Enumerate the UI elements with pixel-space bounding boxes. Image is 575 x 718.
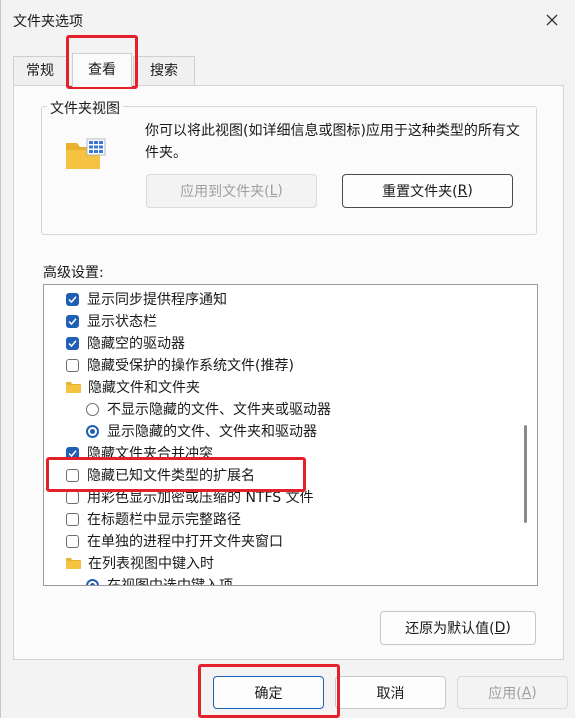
window-title: 文件夹选项 — [13, 14, 83, 30]
list-item-label: 在标题栏中显示完整路径 — [87, 512, 241, 528]
restore-defaults-button[interactable]: 还原为默认值(D) — [380, 611, 536, 645]
list-item-label: 隐藏受保护的操作系统文件(推荐) — [87, 358, 294, 374]
check-icon — [68, 317, 77, 325]
check-icon — [68, 339, 77, 347]
list-item[interactable]: 用彩色显示加密或压缩的 NTFS 文件 — [44, 486, 536, 508]
radio-unselected[interactable] — [86, 402, 99, 416]
list-item-label: 显示同步提供程序通知 — [87, 292, 227, 308]
tab-view[interactable]: 查看 — [72, 53, 132, 87]
check-icon — [68, 449, 77, 457]
list-item[interactable]: 隐藏文件夹合并冲突 — [44, 442, 536, 464]
list-item[interactable]: 显示隐藏的文件、文件夹和驱动器 — [44, 420, 537, 442]
checkbox-unchecked[interactable] — [66, 490, 79, 504]
folder-view-legend: 文件夹视图 — [47, 98, 123, 118]
list-item[interactable]: 不显示隐藏的文件、文件夹或驱动器 — [44, 398, 537, 420]
checkbox-unchecked[interactable] — [66, 468, 79, 482]
check-icon — [68, 295, 77, 303]
list-item[interactable]: 隐藏文件和文件夹 — [44, 376, 536, 398]
list-item[interactable]: 在视图中选中键入项 — [44, 574, 537, 586]
folder-icon — [66, 382, 81, 393]
list-item-label: 隐藏文件夹合并冲突 — [87, 446, 213, 462]
list-item-label: 在视图中选中键入项 — [107, 578, 233, 586]
apply-button[interactable]: 应用(A) — [457, 676, 568, 709]
list-item[interactable]: 隐藏空的驱动器 — [44, 332, 536, 354]
list-item-label: 不显示隐藏的文件、文件夹或驱动器 — [107, 402, 331, 418]
checkbox-unchecked[interactable] — [66, 534, 79, 548]
title-bar: 文件夹选项 — [1, 0, 575, 40]
list-item[interactable]: 隐藏已知文件类型的扩展名 — [44, 464, 536, 486]
apply-to-folders-button[interactable]: 应用到文件夹(L) — [146, 174, 317, 208]
list-item-label: 隐藏空的驱动器 — [87, 336, 185, 352]
list-item[interactable]: 显示状态栏 — [44, 310, 536, 332]
advanced-settings-list[interactable]: 在视图中选中键入项 在列表视图中键入时 在单独的进程中打开文件夹窗口 在标题栏中显示完… — [43, 284, 538, 586]
list-scrollbar-thumb[interactable] — [524, 425, 527, 523]
list-item-label: 显示状态栏 — [87, 314, 157, 330]
list-item-label: 隐藏已知文件类型的扩展名 — [87, 468, 255, 484]
cancel-button[interactable]: 取消 — [335, 676, 446, 709]
reset-folders-button[interactable]: 重置文件夹(R) — [342, 174, 513, 208]
list-item-label: 用彩色显示加密或压缩的 NTFS 文件 — [87, 490, 314, 506]
close-button[interactable] — [538, 8, 566, 32]
folder-view-icon — [65, 137, 107, 177]
list-item-label: 在单独的进程中打开文件夹窗口 — [87, 534, 283, 550]
folder-options-dialog: 文件夹选项 常规 查看 搜索 文件夹视图 你可以将此视图(如详细信息或图标)应用… — [0, 0, 575, 718]
list-item[interactable]: 显示同步提供程序通知 — [44, 288, 536, 310]
list-item-label: 在列表视图中键入时 — [88, 556, 214, 572]
close-icon — [546, 14, 558, 26]
list-item[interactable]: 在标题栏中显示完整路径 — [44, 508, 536, 530]
advanced-settings-label: 高级设置: — [43, 265, 104, 281]
list-item[interactable]: 隐藏受保护的操作系统文件(推荐) — [44, 354, 536, 376]
list-item[interactable]: 在单独的进程中打开文件夹窗口 — [44, 530, 536, 552]
folder-icon — [66, 558, 81, 569]
tab-general[interactable]: 常规 — [13, 56, 67, 86]
tab-search[interactable]: 搜索 — [133, 56, 195, 86]
checkbox-unchecked[interactable] — [66, 358, 79, 372]
checkbox-checked[interactable] — [66, 314, 79, 328]
list-item-label: 显示隐藏的文件、文件夹和驱动器 — [107, 424, 317, 440]
ok-button[interactable]: 确定 — [213, 676, 324, 709]
radio-selected[interactable] — [86, 578, 99, 585]
radio-selected[interactable] — [86, 424, 99, 438]
folder-view-description: 你可以将此视图(如详细信息或图标)应用于这种类型的所有文件夹。 — [145, 123, 520, 161]
list-item-label: 隐藏文件和文件夹 — [88, 380, 200, 396]
checkbox-checked[interactable] — [66, 336, 79, 350]
list-item[interactable]: 在列表视图中键入时 — [44, 552, 536, 574]
checkbox-unchecked[interactable] — [66, 512, 79, 526]
checkbox-checked[interactable] — [66, 446, 79, 460]
checkbox-checked[interactable] — [66, 292, 79, 306]
